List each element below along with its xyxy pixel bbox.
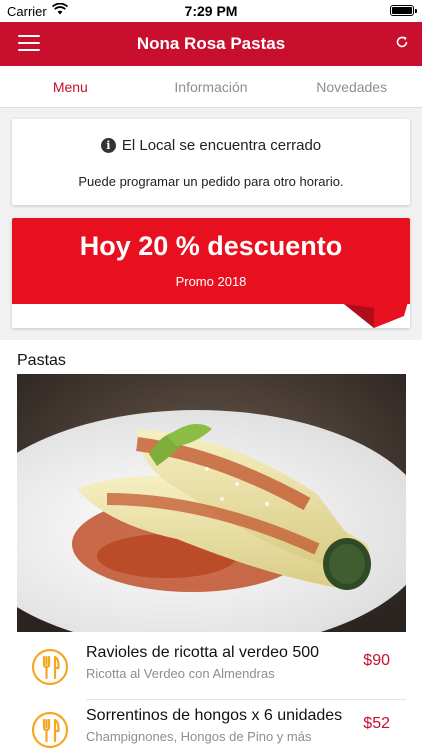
item-name: Ravioles de ricotta al verdeo 500 bbox=[86, 644, 320, 661]
item-name: Sorrentinos de hongos x 6 unidades bbox=[86, 707, 343, 724]
promo-subtitle: Promo 2018 bbox=[175, 274, 247, 289]
clock: 7:29 PM bbox=[184, 3, 238, 19]
pastas-section: Pastas Ravioles de ricotta al verdeo 500… bbox=[0, 340, 422, 750]
closed-notice-subtitle: Puede programar un pedido para otro hora… bbox=[78, 174, 344, 189]
fork-knife-icon bbox=[31, 648, 69, 686]
ribbon-icon bbox=[344, 302, 408, 328]
promo-card[interactable]: Hoy 20 % descuento Promo 2018 bbox=[12, 218, 410, 328]
tab-bar: Menu Información Novedades bbox=[0, 66, 422, 108]
battery-icon bbox=[390, 5, 417, 16]
info-icon: i bbox=[100, 138, 116, 153]
fork-knife-icon bbox=[31, 711, 69, 749]
nav-bar: Nona Rosa Pastas bbox=[0, 22, 422, 66]
page-title: Nona Rosa Pastas bbox=[136, 34, 286, 53]
closed-notice-card: i El Local se encuentra cerrado Puede pr… bbox=[12, 119, 410, 205]
list-item[interactable]: Ravioles de ricotta al verdeo 500 Ricott… bbox=[0, 637, 422, 699]
tab-menu[interactable]: Menu bbox=[0, 66, 141, 107]
promo-banner: Hoy 20 % descuento Promo 2018 bbox=[12, 218, 410, 304]
section-title: Pastas bbox=[17, 352, 66, 369]
refresh-icon[interactable] bbox=[394, 34, 410, 50]
cannelloni-dish-photo bbox=[17, 374, 406, 632]
menu-content[interactable]: i El Local se encuentra cerrado Puede pr… bbox=[0, 108, 422, 750]
status-bar: Carrier 7:29 PM bbox=[0, 0, 422, 22]
item-price: $90 bbox=[363, 652, 390, 669]
item-description: Champignones, Hongos de Pino y más bbox=[86, 729, 312, 744]
closed-notice-title: El Local se encuentra cerrado bbox=[121, 137, 322, 154]
list-item[interactable]: Sorrentinos de hongos x 6 unidades Champ… bbox=[0, 700, 422, 750]
item-description: Ricotta al Verdeo con Almendras bbox=[86, 666, 275, 681]
promo-title: Hoy 20 % descuento bbox=[79, 231, 343, 261]
tab-novedades[interactable]: Novedades bbox=[281, 66, 422, 107]
tab-informacion[interactable]: Información bbox=[141, 66, 282, 107]
item-price: $52 bbox=[363, 715, 390, 732]
